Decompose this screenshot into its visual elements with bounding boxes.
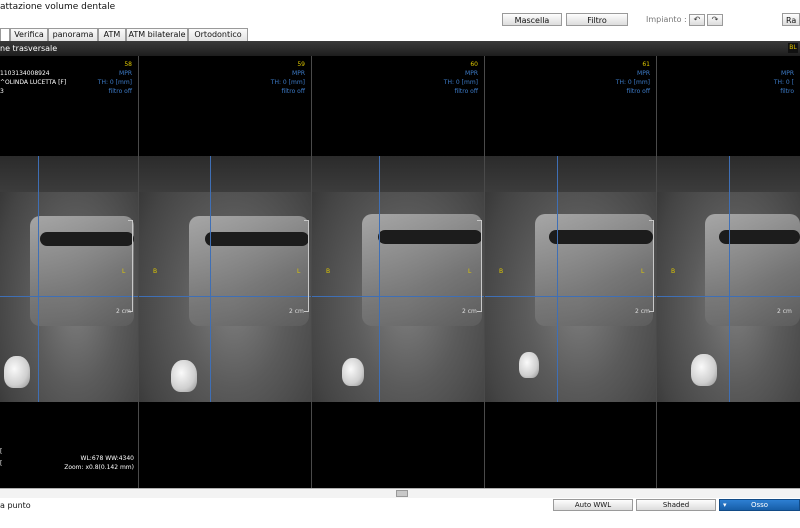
tab-panorama[interactable]: panorama — [48, 28, 98, 41]
crosshair-horizontal[interactable] — [657, 296, 800, 297]
depth-ruler — [304, 220, 309, 312]
thickness-label: TH: 0 [mm] — [270, 79, 305, 86]
bottom-margin — [0, 512, 800, 528]
osso-arrow-icon: ▾ — [723, 501, 727, 509]
osso-button[interactable]: ▾ Osso — [719, 499, 800, 511]
slice-panel-59[interactable]: 59 MPR TH: 0 [mm] filtro off L B 2 cm — [139, 56, 312, 488]
patient-id: 1103134008924 — [0, 70, 50, 77]
right-partial-button[interactable]: Ra — [782, 13, 800, 26]
ct-slice-image — [139, 156, 311, 402]
shaded-button[interactable]: Shaded — [636, 499, 716, 511]
section-header: ne trasversale BL — [0, 41, 800, 56]
tab-verifica[interactable]: Verifica — [10, 28, 48, 41]
rotate-left-icon[interactable]: ↶ — [689, 14, 705, 26]
tab-active[interactable] — [0, 28, 10, 41]
slice-number: 60 — [470, 61, 478, 68]
crosshair-horizontal[interactable] — [139, 296, 311, 297]
filter-label: filtro off — [281, 88, 305, 95]
buccal-marker: B — [671, 268, 676, 275]
osso-label: Osso — [750, 501, 769, 509]
title-bar: attazione volume dentale — [0, 0, 800, 14]
tooth-crown — [342, 358, 364, 386]
tab-bar: Verifica panorama ATM ATM bilaterale Ort… — [0, 28, 800, 41]
cross-section-viewer[interactable]: 58 MPR TH: 0 [mm] filtro off 11031340089… — [0, 56, 800, 488]
crosshair-vertical[interactable] — [38, 156, 39, 402]
crosshair-vertical[interactable] — [379, 156, 380, 402]
bracket-mark: [ — [0, 448, 3, 455]
depth-ruler — [477, 220, 482, 312]
section-title: ne trasversale — [0, 44, 58, 53]
crosshair-horizontal[interactable] — [485, 296, 656, 297]
crosshair-vertical[interactable] — [729, 156, 730, 402]
status-bar: a punto Auto WWL Shaded ▾ Osso — [0, 498, 800, 512]
mode-label: MPR — [465, 70, 478, 77]
tooth-crown — [4, 356, 30, 388]
bracket-mark: [ — [0, 460, 3, 467]
slice-panel-62[interactable]: MPR TH: 0 [ filtro B 2 cm — [657, 56, 800, 488]
filter-label: filtro off — [454, 88, 478, 95]
mode-label: MPR — [119, 70, 132, 77]
window-level-readout: WL:678 WW:4340 — [80, 455, 134, 462]
lingual-marker: L — [297, 268, 301, 275]
status-text: a punto — [0, 501, 31, 510]
scale-label: 2 cm — [777, 308, 792, 315]
lingual-marker: L — [468, 268, 472, 275]
auto-wwl-button[interactable]: Auto WWL — [553, 499, 633, 511]
buccal-marker: B — [499, 268, 504, 275]
thickness-label: TH: 0 [mm] — [443, 79, 478, 86]
window-title: attazione volume dentale — [0, 2, 116, 12]
ct-slice-image — [312, 156, 484, 402]
scale-label: 2 cm — [635, 308, 650, 315]
tooth-crown — [691, 354, 717, 386]
crosshair-horizontal[interactable] — [0, 296, 138, 297]
thickness-label: TH: 0 [ — [773, 79, 794, 86]
impianto-label: Impianto : — [646, 15, 687, 24]
depth-ruler — [649, 220, 654, 312]
filtro-button[interactable]: Filtro — [566, 13, 628, 26]
section-badge[interactable]: BL — [788, 43, 798, 53]
slice-panel-58[interactable]: 58 MPR TH: 0 [mm] filtro off 11031340089… — [0, 56, 139, 488]
tab-atm[interactable]: ATM — [98, 28, 126, 41]
mode-label: MPR — [637, 70, 650, 77]
scale-label: 2 cm — [462, 308, 477, 315]
filter-label: filtro — [780, 88, 794, 95]
lingual-marker: L — [641, 268, 645, 275]
crosshair-vertical[interactable] — [557, 156, 558, 402]
patient-extra: 3 — [0, 88, 4, 95]
ct-slice-image — [485, 156, 656, 402]
mode-label: MPR — [781, 70, 794, 77]
tooth-crown — [519, 352, 539, 378]
thickness-label: TH: 0 [mm] — [97, 79, 132, 86]
scroll-handle[interactable] — [396, 490, 408, 497]
tooth-crown — [171, 360, 197, 392]
rotate-right-icon[interactable]: ↷ — [707, 14, 723, 26]
patient-name: ^OLINDA LUCETTA [F] — [0, 79, 67, 86]
filter-label: filtro off — [108, 88, 132, 95]
filter-label: filtro off — [626, 88, 650, 95]
slice-number: 61 — [642, 61, 650, 68]
slice-panel-61[interactable]: 61 MPR TH: 0 [mm] filtro off L B 2 cm — [485, 56, 657, 488]
buccal-marker: B — [153, 268, 158, 275]
thickness-label: TH: 0 [mm] — [615, 79, 650, 86]
slice-panel-60[interactable]: 60 MPR TH: 0 [mm] filtro off L B 2 cm — [312, 56, 485, 488]
buccal-marker: B — [326, 268, 331, 275]
ct-slice-image — [0, 156, 138, 402]
mascella-button[interactable]: Mascella — [502, 13, 562, 26]
scale-label: 2 cm — [289, 308, 304, 315]
crosshair-horizontal[interactable] — [312, 296, 484, 297]
tab-ortodontico[interactable]: Ortodontico — [188, 28, 248, 41]
depth-ruler — [128, 220, 133, 312]
slice-number: 58 — [124, 61, 132, 68]
tab-atm-bilaterale[interactable]: ATM bilaterale — [126, 28, 188, 41]
scale-label: 2 cm — [116, 308, 131, 315]
crosshair-vertical[interactable] — [210, 156, 211, 402]
slice-number: 59 — [297, 61, 305, 68]
lingual-marker: L — [122, 268, 126, 275]
mode-label: MPR — [292, 70, 305, 77]
zoom-readout: Zoom: x0.8(0.142 mm) — [64, 464, 134, 471]
